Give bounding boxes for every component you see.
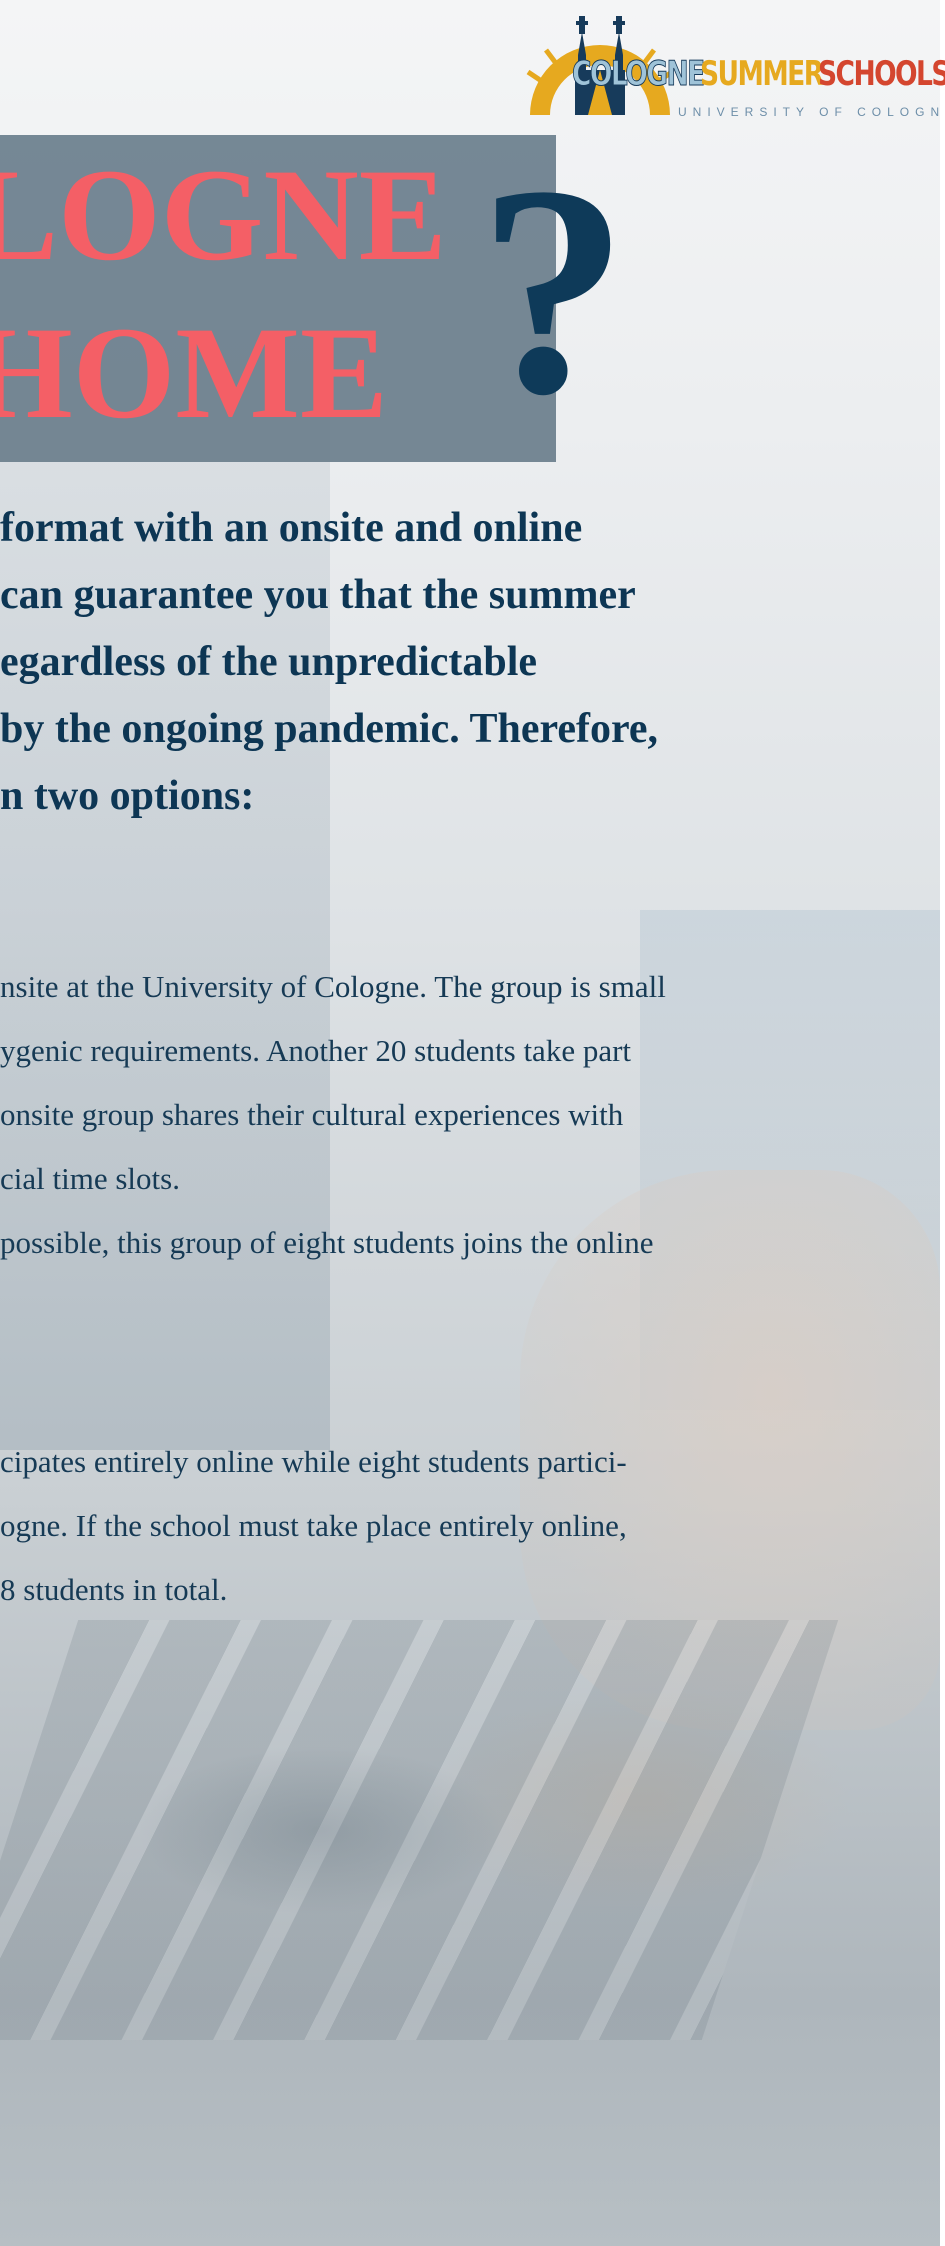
body-line: ygenic requirements. Another 20 students… (0, 1033, 632, 1068)
title-line-1: LOGNE (0, 141, 447, 288)
option-a-paragraph: nsite at the University of Cologne. The … (0, 955, 740, 1275)
intro-line: format with an onsite and online (0, 505, 583, 551)
intro-line: by the ongoing pandemic. Therefore, (0, 706, 659, 752)
body-line: possible, this group of eight students j… (0, 1225, 654, 1260)
intro-line: n two options: (0, 773, 255, 819)
body-line: ogne. If the school must take place enti… (0, 1508, 627, 1543)
summer-schools-logo: COLOGNE SUMMER SCHOOLS UNIVERSITY OF COL… (520, 10, 945, 120)
logo-word-schools: SCHOOLS (818, 54, 945, 94)
background-keyboard (0, 1620, 839, 2040)
right-edge-strip (940, 0, 945, 2246)
logo-word-summer: SUMMER (700, 54, 824, 94)
logo-subtitle: UNIVERSITY OF COLOGNE (678, 105, 945, 119)
intro-line: egardless of the unpredictable (0, 639, 538, 685)
body-line: onsite group shares their cultural exper… (0, 1097, 624, 1132)
title-panel: LOGNE HOME (0, 135, 556, 462)
question-mark-glyph: ? (478, 124, 628, 456)
option-b-paragraph: cipates entirely online while eight stud… (0, 1430, 740, 1622)
logo-word-cologne: COLOGNE (572, 54, 706, 95)
intro-line: can guarantee you that the summer (0, 572, 636, 618)
title-line-2: HOME (0, 299, 388, 446)
body-line: nsite at the University of Cologne. The … (0, 969, 666, 1004)
body-line: cial time slots. (0, 1161, 180, 1196)
body-line: cipates entirely online while eight stud… (0, 1444, 627, 1479)
intro-paragraph: format with an onsite and online can gua… (0, 495, 720, 830)
body-line: 8 students in total. (0, 1572, 228, 1607)
